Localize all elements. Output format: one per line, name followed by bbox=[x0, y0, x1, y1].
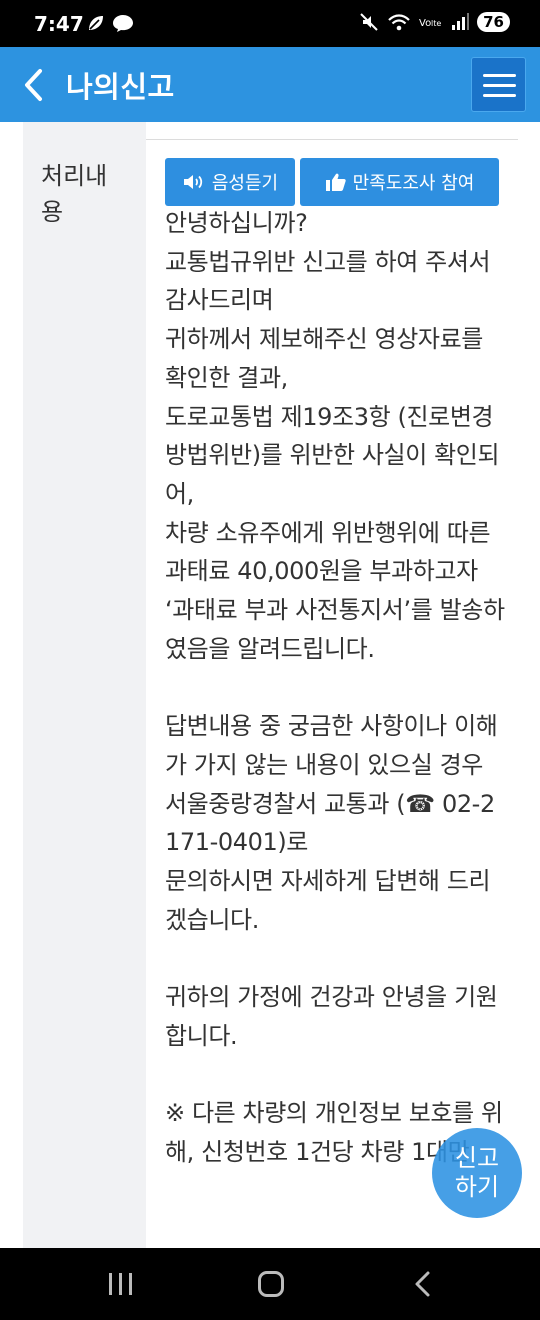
page-title: 나의신고 bbox=[66, 70, 175, 104]
speaker-icon bbox=[183, 175, 203, 189]
label-column bbox=[23, 122, 146, 1248]
divider bbox=[146, 139, 518, 140]
notification-icons bbox=[86, 13, 134, 33]
app-header: 나의신고 bbox=[0, 47, 540, 122]
answer-paragraph: 차량 소유주에게 위반행위에 따른 과태료 40,000원을 부과하고자 bbox=[165, 518, 491, 586]
mute-icon bbox=[360, 13, 378, 31]
back-button[interactable] bbox=[20, 65, 50, 105]
recents-bar bbox=[119, 1273, 122, 1295]
hamburger-line bbox=[483, 84, 516, 87]
answer-paragraph: ‘과태료 부과 사전통지서’를 발송하였음을 알려드립니다. bbox=[165, 596, 505, 663]
status-time: 7:47 bbox=[34, 12, 84, 36]
recents-bar bbox=[109, 1273, 112, 1295]
answer-paragraph: 답변내용 중 궁금한 사항이나 이해가 가지 않는 내용이 있으실 경우 bbox=[165, 712, 498, 779]
recents-button[interactable] bbox=[107, 1273, 135, 1295]
home-button[interactable] bbox=[258, 1271, 284, 1297]
battery-indicator: 76 bbox=[477, 12, 510, 32]
chevron-left-icon bbox=[25, 69, 42, 101]
chevron-left-icon bbox=[415, 1271, 430, 1297]
answer-paragraph: 도로교통법 제19조3항 (진로변경 방법위반)를 위반한 사실이 확인되어, bbox=[165, 402, 500, 508]
contact-paragraph: 서울중랑경찰서 교통과 (☎ 02-2171-0401)로 bbox=[165, 789, 495, 857]
system-status-icons: Vo lte 76 bbox=[359, 12, 510, 32]
nav-back-button[interactable] bbox=[412, 1270, 434, 1298]
listen-voice-button[interactable]: 음성듣기 bbox=[165, 158, 295, 206]
wifi-icon bbox=[388, 14, 410, 31]
status-bar: 7:47 Vo lte 76 bbox=[0, 0, 540, 47]
svg-text:lte: lte bbox=[431, 19, 441, 28]
listen-voice-label: 음성듣기 bbox=[211, 173, 279, 194]
hamburger-line bbox=[483, 94, 516, 97]
thumbs-up-icon bbox=[325, 173, 346, 191]
leaf-icon bbox=[89, 16, 103, 30]
svg-text:Vo: Vo bbox=[419, 18, 431, 29]
satisfaction-survey-label: 만족도조사 참여 bbox=[352, 173, 475, 194]
answer-paragraph: 교통법규위반 신고를 하여 주셔서 감사드리며 bbox=[165, 247, 491, 315]
recents-bar bbox=[129, 1273, 132, 1295]
system-nav-bar bbox=[0, 1248, 540, 1320]
report-detail-content[interactable]: 처리내용 음성듣기 만족도조사 참여 안녕하십니까? 교통법규위반 신고를 하여… bbox=[0, 122, 540, 1248]
signal-icon bbox=[452, 13, 470, 30]
answer-paragraph: 안녕하십니까? bbox=[165, 209, 308, 237]
chat-bubble-icon bbox=[113, 15, 133, 32]
answer-paragraph: 문의하시면 자세하게 답변해 드리겠습니다. bbox=[165, 866, 491, 934]
satisfaction-survey-button[interactable]: 만족도조사 참여 bbox=[300, 158, 499, 206]
hamburger-menu-button[interactable] bbox=[471, 57, 526, 112]
fab-label-line2: 하기 bbox=[454, 1173, 500, 1201]
hamburger-line bbox=[483, 74, 516, 77]
fab-label-line1: 신고 bbox=[454, 1144, 500, 1172]
report-fab-button[interactable]: 신고 하기 bbox=[432, 1128, 522, 1218]
processing-content-label: 처리내용 bbox=[41, 162, 108, 226]
answer-text: 안녕하십니까? 교통법규위반 신고를 하여 주셔서 감사드리며 귀하께서 제보해… bbox=[165, 204, 505, 1172]
volte-icon: Vo lte bbox=[419, 18, 441, 29]
answer-paragraph: 귀하의 가정에 건강과 안녕을 기원합니다. bbox=[165, 983, 498, 1050]
answer-paragraph: 귀하께서 제보해주신 영상자료를 확인한 결과, bbox=[165, 325, 483, 392]
